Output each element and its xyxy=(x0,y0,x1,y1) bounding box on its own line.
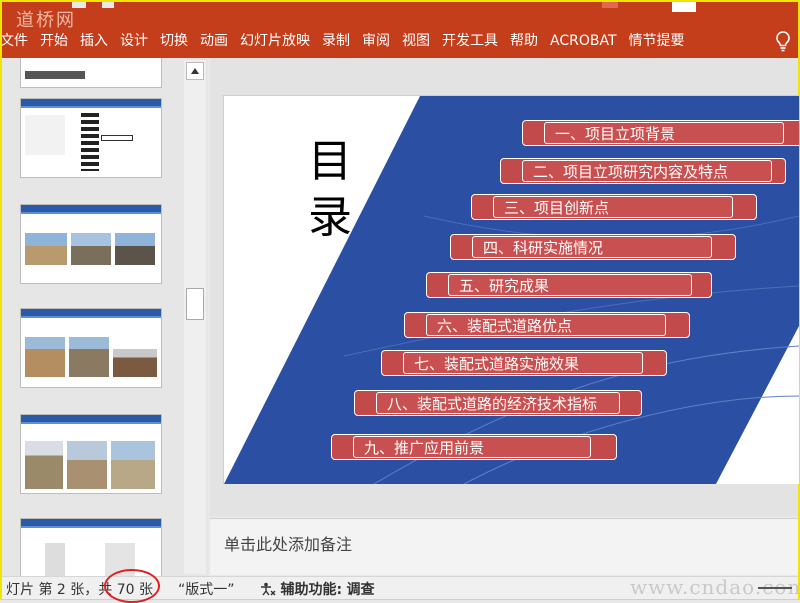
slide-thumbnail[interactable] xyxy=(20,308,162,388)
slide-thumbnail[interactable] xyxy=(20,518,162,576)
status-bar: 灯片 第 2 张，共 70 张 “版式一” 辅助功能: 调查 www.cndao… xyxy=(2,569,800,603)
toc-item[interactable]: 八、装配式道路的经济技术指标 xyxy=(354,390,642,416)
notes-pane[interactable]: 单击此处添加备注 xyxy=(210,518,798,575)
accessibility-label: 辅助功能: xyxy=(280,582,343,598)
scroll-up-button[interactable] xyxy=(186,62,204,80)
tab-animations[interactable]: 动画 xyxy=(194,27,234,55)
toc-item[interactable]: 五、研究成果 xyxy=(426,272,712,298)
ribbon: 道桥网 文件 开始 插入 设计 切换 动画 幻灯片放映 录制 审阅 视图 开发工… xyxy=(2,2,798,58)
toc-item[interactable]: 九、推广应用前景 xyxy=(331,434,617,460)
tab-design[interactable]: 设计 xyxy=(114,27,154,55)
triangle-up-icon xyxy=(191,68,199,74)
accessibility-icon xyxy=(261,582,276,596)
toc-item-label: 五、研究成果 xyxy=(448,274,692,296)
toc-item[interactable]: 六、装配式道路优点 xyxy=(404,312,690,338)
toc-item-label: 四、科研实施情况 xyxy=(472,236,712,258)
notes-placeholder: 单击此处添加备注 xyxy=(224,535,353,554)
toc-item[interactable]: 二、项目立项研究内容及特点 xyxy=(500,158,786,184)
current-slide[interactable]: 目录 一、项目立项背景 二、项目立项研究内容及特点 三、项目创新点 四、科研实施… xyxy=(223,95,799,484)
slide-title[interactable]: 目录 xyxy=(304,134,356,246)
toc-item[interactable]: 一、项目立项背景 xyxy=(522,120,799,146)
highlight-circle xyxy=(104,569,160,603)
tab-storyboard[interactable]: 情节提要 xyxy=(623,27,691,55)
tab-slideshow[interactable]: 幻灯片放映 xyxy=(234,27,316,55)
tab-help[interactable]: 帮助 xyxy=(504,27,544,55)
layout-name: “版式一” xyxy=(178,582,235,598)
slide-thumbnail[interactable] xyxy=(20,204,162,284)
zoom-slider[interactable] xyxy=(758,587,792,589)
tab-review[interactable]: 审阅 xyxy=(356,27,396,55)
tab-developer[interactable]: 开发工具 xyxy=(436,27,504,55)
tab-file[interactable]: 文件 xyxy=(2,27,34,55)
toc-item[interactable]: 七、装配式道路实施效果 xyxy=(381,350,667,376)
tab-record[interactable]: 录制 xyxy=(316,27,356,55)
toc-item[interactable]: 三、项目创新点 xyxy=(471,194,757,220)
tab-insert[interactable]: 插入 xyxy=(74,27,114,55)
toc-item-label: 一、项目立项背景 xyxy=(544,122,784,144)
toc-item-label: 八、装配式道路的经济技术指标 xyxy=(376,392,620,414)
slide-thumbnail-pane xyxy=(2,58,208,576)
toc-item-label: 七、装配式道路实施效果 xyxy=(403,352,643,374)
accessibility-value: 调查 xyxy=(346,582,375,598)
toc-item[interactable]: 四、科研实施情况 xyxy=(450,234,736,260)
tab-acrobat[interactable]: ACROBAT xyxy=(544,27,623,55)
title-bar-decoration xyxy=(72,2,696,12)
slide-thumbnail[interactable] xyxy=(20,414,162,494)
lightbulb-icon[interactable] xyxy=(774,30,792,52)
scroll-thumb[interactable] xyxy=(186,288,204,320)
toc-item-label: 六、装配式道路优点 xyxy=(426,314,666,336)
toc-item-label: 三、项目创新点 xyxy=(493,196,733,218)
slide-counter-prefix: 灯片 第 2 张， xyxy=(6,582,99,598)
ribbon-tabs: 文件 开始 插入 设计 切换 动画 幻灯片放映 录制 审阅 视图 开发工具 帮助… xyxy=(2,26,691,56)
toc-item-label: 二、项目立项研究内容及特点 xyxy=(522,160,772,182)
tab-view[interactable]: 视图 xyxy=(396,27,436,55)
toc-item-label: 九、推广应用前景 xyxy=(353,436,591,458)
tab-transitions[interactable]: 切换 xyxy=(154,27,194,55)
tab-home[interactable]: 开始 xyxy=(34,27,74,55)
slide-thumbnail[interactable] xyxy=(20,98,162,178)
slide-thumbnail[interactable] xyxy=(20,58,162,88)
accessibility-checker[interactable]: 辅助功能: 调查 xyxy=(260,579,375,599)
